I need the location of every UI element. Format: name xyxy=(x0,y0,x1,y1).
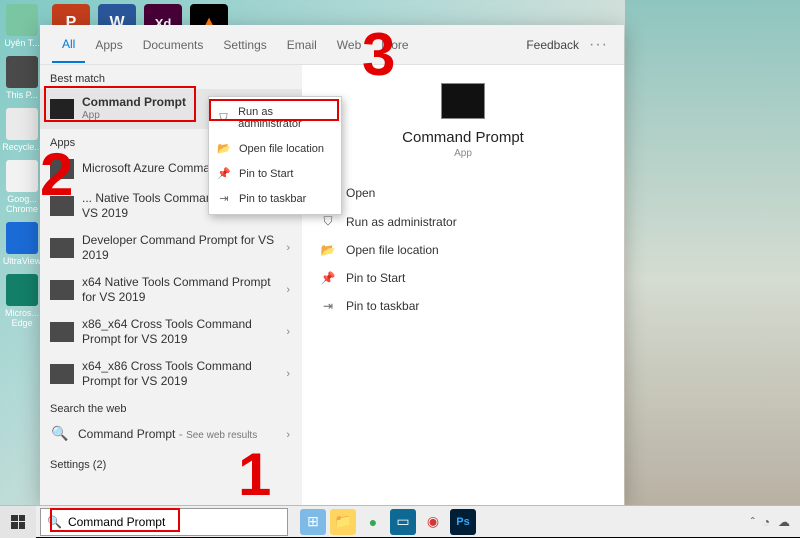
desktop-icon-label: Goog... Chrome xyxy=(2,194,42,214)
pin-icon: ⇥ xyxy=(320,299,336,313)
desktop-icon[interactable]: Goog... Chrome xyxy=(0,156,44,218)
start-button[interactable] xyxy=(0,506,36,538)
context-menu: ⛉Run as administrator 📂Open file locatio… xyxy=(208,96,342,215)
section-best-match: Best match xyxy=(40,65,302,89)
taskbar-search-input[interactable]: 🔍 Command Prompt xyxy=(40,508,288,536)
tab-email[interactable]: Email xyxy=(277,28,327,62)
taskbar-app[interactable]: ⊞ xyxy=(300,509,326,535)
section-settings: Settings (2) xyxy=(40,451,302,475)
desktop-icon[interactable]: Recycle... xyxy=(0,104,44,156)
result-item[interactable]: x64_x86 Cross Tools Command Prompt for V… xyxy=(40,353,302,395)
result-item[interactable]: x64 Native Tools Command Prompt for VS 2… xyxy=(40,269,302,311)
pin-icon: 📌 xyxy=(217,167,231,180)
chevron-right-icon: › xyxy=(282,368,294,380)
cmd-icon xyxy=(50,238,74,258)
folder-icon: 📂 xyxy=(320,243,336,257)
taskbar-app[interactable]: ▭ xyxy=(390,509,416,535)
desktop-icon[interactable]: Micros... Edge xyxy=(0,270,44,332)
tab-settings[interactable]: Settings xyxy=(213,28,276,62)
search-icon: 🔍 xyxy=(47,515,62,529)
result-item[interactable]: x86_x64 Cross Tools Command Prompt for V… xyxy=(40,311,302,353)
tray-expand-icon[interactable]: ˆ xyxy=(751,515,755,529)
taskbar-app[interactable]: ● xyxy=(360,509,386,535)
tab-all[interactable]: All xyxy=(52,27,85,63)
desktop-icon-label: This P... xyxy=(6,90,38,100)
result-item[interactable]: Developer Command Prompt for VS 2019› xyxy=(40,227,302,269)
taskbar: 🔍 Command Prompt ⊞ 📁 ● ▭ ◉ Ps ˆ ◔ ☁ xyxy=(0,505,800,537)
tab-documents[interactable]: Documents xyxy=(133,28,214,62)
desktop-icon[interactable]: UltraView xyxy=(0,218,44,270)
windows-icon xyxy=(11,515,25,529)
tab-web[interactable]: Web xyxy=(327,28,371,62)
desktop-icon[interactable]: This P... xyxy=(0,52,44,104)
action-open[interactable]: ▢Open xyxy=(318,179,608,207)
more-icon[interactable]: ··· xyxy=(585,36,612,54)
cmd-icon xyxy=(50,364,74,384)
taskbar-pinned: ⊞ 📁 ● ▭ ◉ Ps xyxy=(300,509,476,535)
chevron-right-icon: › xyxy=(282,242,294,254)
taskbar-app[interactable]: 📁 xyxy=(330,509,356,535)
taskbar-app[interactable]: Ps xyxy=(450,509,476,535)
tray-cloud-icon[interactable]: ☁ xyxy=(778,515,790,529)
wallpaper-right xyxy=(625,0,800,505)
system-tray[interactable]: ˆ ◔ ☁ xyxy=(751,515,800,529)
search-icon: 🔍 xyxy=(50,425,70,445)
tab-more[interactable]: More xyxy=(371,28,418,62)
cmd-icon xyxy=(50,280,74,300)
chevron-right-icon: › xyxy=(282,429,294,441)
action-pin-taskbar[interactable]: ⇥Pin to taskbar xyxy=(318,292,608,320)
ctx-pin-taskbar[interactable]: ⇥Pin to taskbar xyxy=(209,186,341,211)
desktop-icon[interactable]: Uyên T... xyxy=(0,0,44,52)
ctx-pin-start[interactable]: 📌Pin to Start xyxy=(209,161,341,186)
search-value: Command Prompt xyxy=(68,515,165,529)
tab-apps[interactable]: Apps xyxy=(85,28,132,62)
desktop-icon-label: Uyên T... xyxy=(4,38,39,48)
preview-title: Command Prompt xyxy=(318,129,608,146)
ctx-open-location[interactable]: 📂Open file location xyxy=(209,136,341,161)
feedback-link[interactable]: Feedback xyxy=(526,38,585,52)
search-tabs: All Apps Documents Settings Email Web Mo… xyxy=(40,25,624,65)
desktop-icon-label: UltraView xyxy=(3,256,41,266)
desktop-icon-label: Recycle... xyxy=(2,142,42,152)
preview-pane: Command Prompt App ▢Open ⛉Run as adminis… xyxy=(302,65,624,505)
pin-icon: 📌 xyxy=(320,271,336,285)
tray-icon[interactable]: ◔ xyxy=(763,515,770,529)
ctx-run-as-admin[interactable]: ⛉Run as administrator xyxy=(209,100,341,136)
shield-icon: ⛉ xyxy=(320,214,336,229)
chevron-right-icon: › xyxy=(282,326,294,338)
cmd-icon xyxy=(50,322,74,342)
desktop-icon-label: Micros... Edge xyxy=(2,308,42,328)
chevron-right-icon: › xyxy=(282,284,294,296)
pin-icon: ⇥ xyxy=(217,192,231,205)
section-search-web: Search the web xyxy=(40,395,302,419)
shield-icon: ⛉ xyxy=(217,112,230,125)
taskbar-app[interactable]: ◉ xyxy=(420,509,446,535)
action-run-as-admin[interactable]: ⛉Run as administrator xyxy=(318,207,608,236)
action-pin-start[interactable]: 📌Pin to Start xyxy=(318,264,608,292)
result-web-search[interactable]: 🔍 Command Prompt - See web results › xyxy=(40,419,302,451)
preview-subtitle: App xyxy=(318,148,608,159)
action-open-location[interactable]: 📂Open file location xyxy=(318,236,608,264)
cmd-icon xyxy=(50,99,74,119)
cmd-icon xyxy=(50,196,74,216)
folder-icon: 📂 xyxy=(217,142,231,155)
desktop-icons-column: Uyên T... This P... Recycle... Goog... C… xyxy=(0,0,44,332)
cmd-icon xyxy=(50,159,74,179)
preview-thumb-icon xyxy=(441,83,485,119)
